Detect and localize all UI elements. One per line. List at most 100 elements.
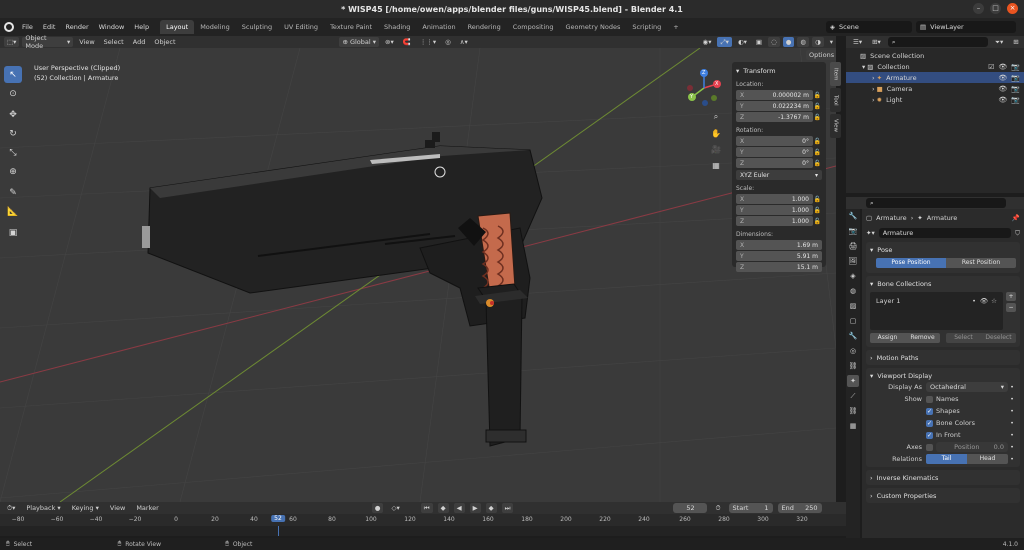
add-workspace-button[interactable]: + — [667, 20, 684, 34]
timeline-menu-playback[interactable]: Playback ▾ — [23, 503, 63, 513]
checkbox-icon[interactable]: ☑ — [988, 63, 994, 71]
current-frame-field[interactable]: 52 — [673, 503, 708, 513]
tab-modeling[interactable]: Modeling — [194, 20, 236, 34]
scale-tool-icon[interactable]: ⤡ — [4, 144, 22, 161]
navigation-gizmo[interactable]: X Y Z — [684, 68, 724, 108]
new-collection-icon[interactable]: ⊞ — [1010, 37, 1021, 47]
star-icon[interactable]: ☆ — [991, 297, 997, 305]
properties-search-input[interactable]: ⌕ — [866, 198, 1006, 208]
next-keyframe-icon[interactable]: ◆ — [485, 503, 497, 513]
bone-colors-checkbox[interactable]: ✓ — [926, 419, 933, 427]
close-icon[interactable]: × — [1007, 3, 1018, 14]
dimension-y-field[interactable]: Y 5.91 m — [736, 251, 822, 261]
lock-icon[interactable]: 🔓 — [813, 196, 822, 203]
tab-texture-paint[interactable]: Texture Paint — [324, 20, 378, 34]
eye-icon[interactable]: 👁 — [998, 63, 1007, 71]
prev-keyframe-icon[interactable]: ◆ — [437, 503, 449, 513]
axes-checkbox[interactable] — [926, 443, 933, 451]
pin-icon[interactable]: 📌 — [1012, 214, 1020, 222]
bone-collections-section-header[interactable]: ▾ Bone Collections — [870, 278, 1016, 289]
jump-start-icon[interactable]: ⏮ — [420, 503, 433, 513]
viewport-menu-add[interactable]: Add — [130, 37, 149, 47]
annotate-tool-icon[interactable]: ✎ — [4, 184, 22, 201]
xray-icon[interactable]: ▣ — [753, 37, 765, 47]
camera-icon[interactable]: 📷 — [1011, 85, 1020, 93]
measure-tool-icon[interactable]: 📐 — [4, 203, 22, 220]
zoom-icon[interactable]: ⌕ — [709, 110, 723, 124]
menu-file[interactable]: File — [17, 23, 38, 31]
jump-end-icon[interactable]: ⏭ — [501, 503, 514, 513]
pan-hand-icon[interactable]: ✋ — [709, 126, 723, 140]
scale-y-field[interactable]: Y 1.000 — [736, 205, 813, 215]
texture-properties-icon[interactable]: ▦ — [847, 420, 859, 432]
view-layer-selector[interactable]: ▤ ViewLayer — [916, 21, 1016, 33]
shading-options-icon[interactable]: ▾ — [827, 37, 836, 47]
relations-tail-button[interactable]: Tail — [926, 454, 967, 464]
preview-range-icon[interactable]: ⏱ — [712, 503, 723, 513]
pose-section-header[interactable]: ▾ Pose — [870, 244, 1016, 255]
deselect-button[interactable]: Deselect — [981, 333, 1016, 343]
axes-position-field[interactable]: Position 0.0 — [936, 442, 1008, 452]
names-checkbox[interactable] — [926, 395, 933, 403]
world-properties-icon[interactable]: ◍ — [847, 285, 859, 297]
scene-properties-icon[interactable]: ◈ — [847, 270, 859, 282]
timeline-editor-icon[interactable]: ⏱▾ — [4, 503, 18, 513]
overlays-icon[interactable]: ◐▾ — [735, 37, 750, 47]
timeline-ruler[interactable]: −80 −60 −40 −20 0 20 40 52 60 80 100 120… — [0, 514, 846, 526]
lock-icon[interactable]: 🔓 — [813, 103, 822, 110]
custom-properties-section-header[interactable]: › Custom Properties — [870, 490, 1016, 501]
lock-icon[interactable]: 🔓 — [813, 149, 822, 156]
viewport-display-section-header[interactable]: ▾ Viewport Display — [870, 370, 1016, 381]
collection-properties-icon[interactable]: ▨ — [847, 300, 859, 312]
assign-button[interactable]: Assign — [870, 333, 905, 343]
gizmos-icon[interactable]: ⤢▾ — [717, 37, 732, 47]
timeline-menu-view[interactable]: View — [107, 503, 128, 513]
menu-edit[interactable]: Edit — [38, 23, 61, 31]
maximize-icon[interactable]: □ — [990, 3, 1001, 14]
blender-logo-icon[interactable] — [4, 22, 14, 32]
tab-animation[interactable]: Animation — [416, 20, 461, 34]
armature-data-name-field[interactable]: Armature — [878, 228, 1012, 238]
remove-button[interactable]: Remove — [905, 333, 940, 343]
object-properties-icon[interactable]: ▢ — [847, 315, 859, 327]
remove-collection-icon[interactable]: − — [1006, 303, 1016, 312]
outliner-row-armature[interactable]: › ✦ Armature 👁 📷 — [846, 72, 1024, 83]
menu-render[interactable]: Render — [60, 23, 93, 31]
camera-icon[interactable]: 📷 — [1011, 96, 1020, 104]
outliner-row-light[interactable]: › ✹ Light 👁 📷 — [846, 94, 1024, 105]
keyframe-type-icon[interactable]: ◇▾ — [388, 503, 402, 513]
eye-icon[interactable]: 👁 — [998, 74, 1007, 82]
timeline-menu-marker[interactable]: Marker — [133, 503, 161, 513]
eye-icon[interactable]: 👁 — [998, 85, 1007, 93]
dimension-x-field[interactable]: X 1.69 m — [736, 240, 822, 250]
rotation-mode-dropdown[interactable]: XYZ Euler ▾ — [736, 170, 822, 180]
lock-icon[interactable]: 🔓 — [813, 138, 822, 145]
tab-layout[interactable]: Layout — [160, 20, 195, 34]
tab-view[interactable]: View — [830, 114, 841, 138]
display-mode-icon[interactable]: ⊞▾ — [869, 37, 884, 47]
tab-item[interactable]: Item — [830, 62, 841, 86]
constraint-properties-icon[interactable]: ⛓ — [847, 360, 859, 372]
mode-selector[interactable]: Object Mode ▾ — [22, 34, 74, 50]
tab-sculpting[interactable]: Sculpting — [236, 20, 278, 34]
transform-section-header[interactable]: ▾ Transform — [736, 65, 822, 76]
tab-tool[interactable]: Tool — [830, 88, 841, 112]
tab-shading[interactable]: Shading — [378, 20, 416, 34]
rotation-x-field[interactable]: X 0° — [736, 136, 813, 146]
viewport-menu-view[interactable]: View — [76, 37, 97, 47]
tab-scripting[interactable]: Scripting — [626, 20, 667, 34]
view-layer-properties-icon[interactable]: 🖼 — [847, 255, 859, 267]
move-tool-icon[interactable]: ✥ — [4, 106, 22, 123]
minimize-icon[interactable]: – — [973, 3, 984, 14]
shading-rendered-icon[interactable]: ◑ — [812, 37, 824, 47]
3d-viewport[interactable]: User Perspective (Clipped) (52) Collecti… — [0, 48, 836, 502]
shading-material-icon[interactable]: ◍ — [797, 37, 810, 47]
relations-head-button[interactable]: Head — [967, 454, 1008, 464]
pose-position-button[interactable]: Pose Position — [876, 258, 946, 268]
editor-type-icon[interactable]: ⬚▾ — [4, 37, 20, 47]
outliner-row-camera[interactable]: › ■ Camera 👁 📷 — [846, 83, 1024, 94]
outliner-search-input[interactable]: ⌕ — [887, 37, 988, 47]
view-object-types-icon[interactable]: ◉▾ — [700, 37, 715, 47]
outliner-row-collection[interactable]: ▾ ▨ Collection ☑ 👁 📷 — [846, 61, 1024, 72]
lock-icon[interactable]: 🔓 — [813, 160, 822, 167]
